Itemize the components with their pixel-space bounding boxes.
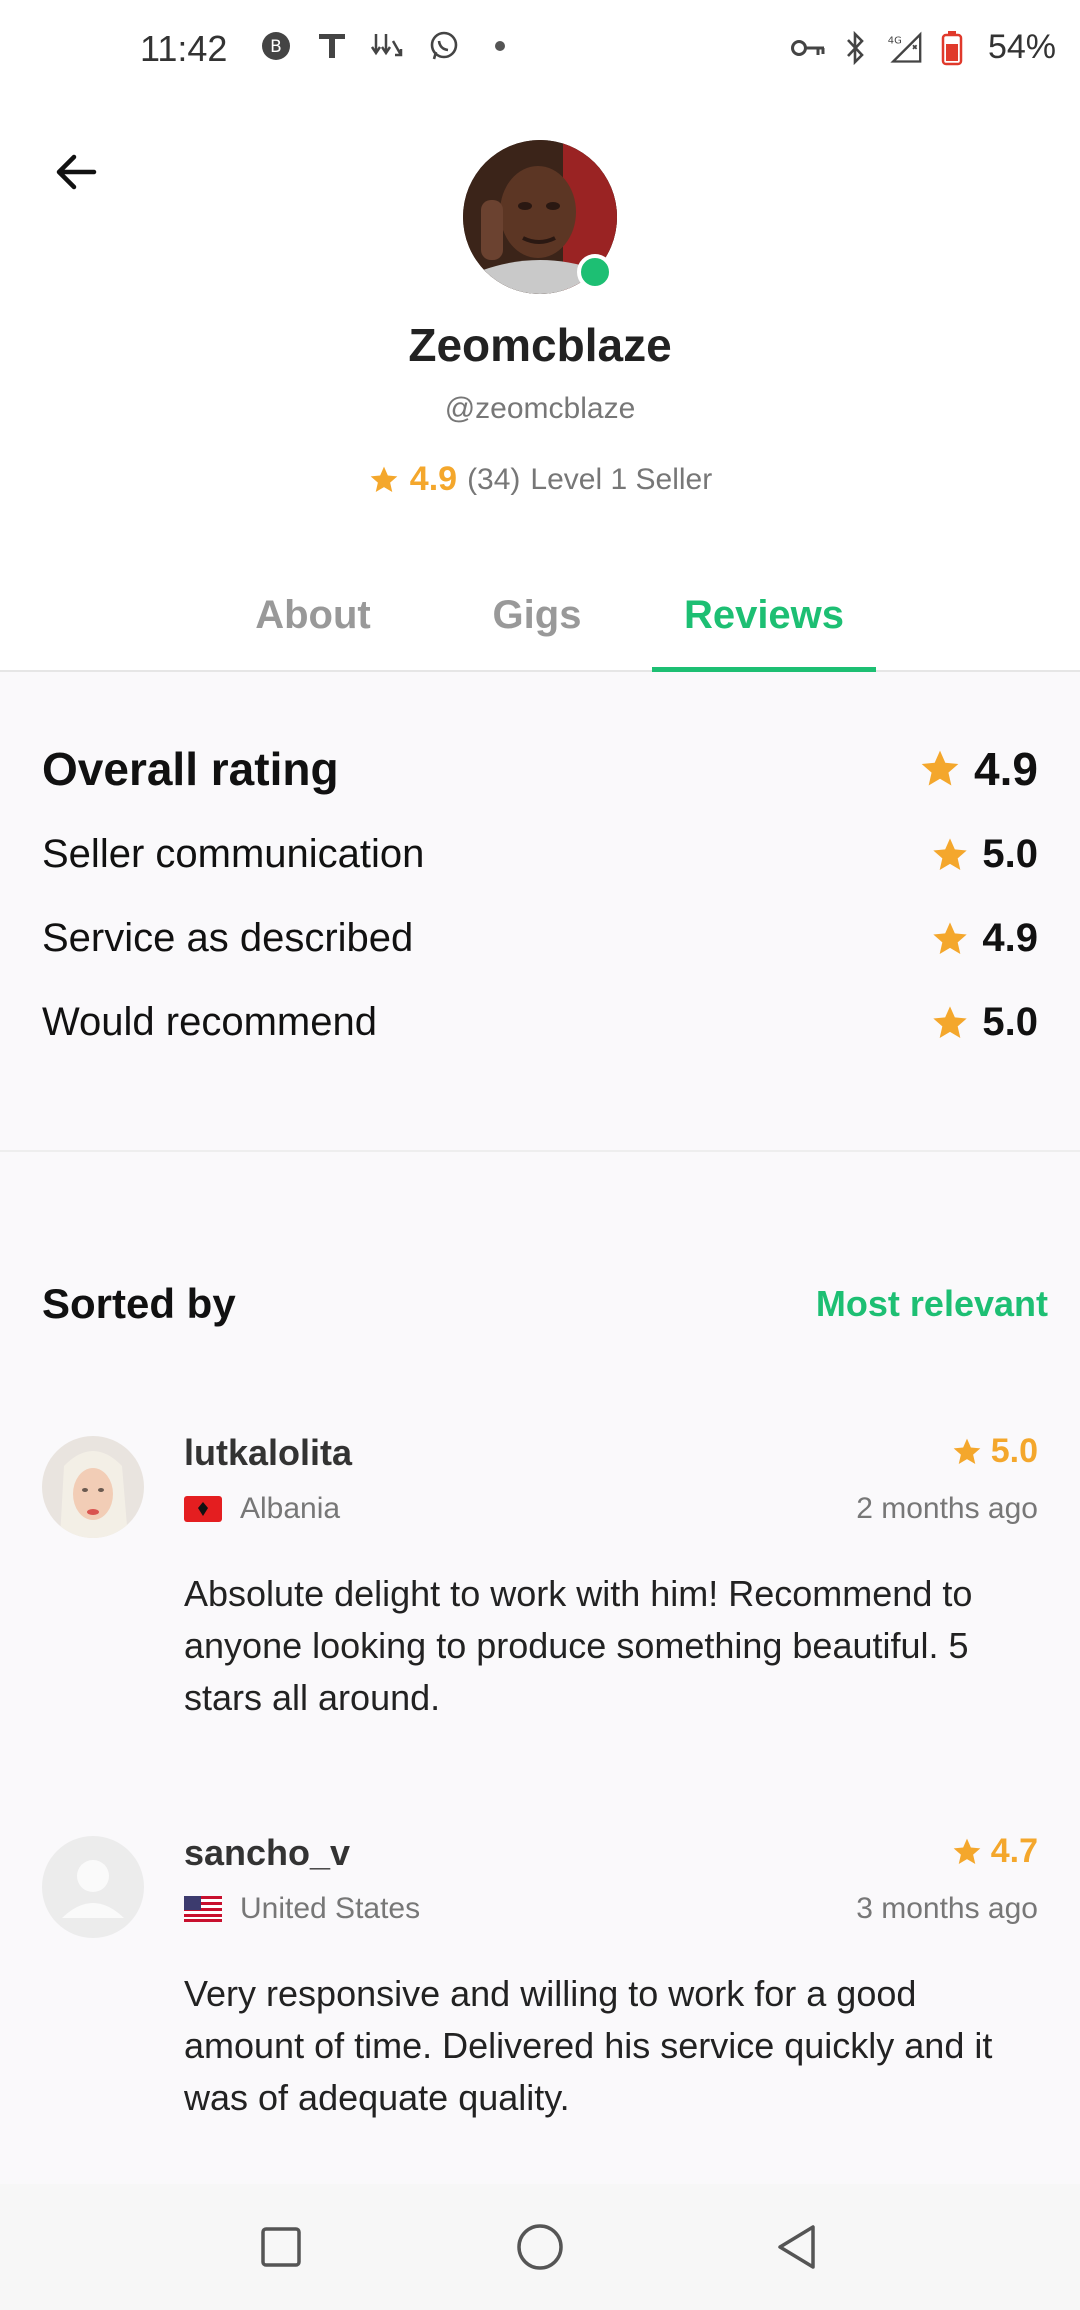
more-dot-icon — [482, 28, 518, 64]
system-nav-bar — [0, 2184, 1080, 2310]
tab-about[interactable]: About — [238, 560, 388, 670]
review-time: 3 months ago — [856, 1892, 1038, 1925]
metric-row-would-recommend: Would recommend 5.0 — [42, 1000, 1038, 1045]
metric-value: 4.9 — [930, 916, 1038, 961]
battery-percentage: 54% — [987, 28, 1056, 66]
download-arrows-icon — [370, 28, 406, 64]
metric-value: 5.0 — [930, 832, 1038, 877]
bluetooth-icon — [838, 30, 874, 66]
nav-recents-icon — [261, 2227, 301, 2267]
overall-rating-value: 4.9 — [918, 742, 1038, 796]
reviews-list: Sorted by Most relevant lutkalolita 5.0 … — [0, 1152, 1080, 2184]
nav-recents-button[interactable] — [248, 2214, 314, 2280]
reviewer-name[interactable]: lutkalolita — [184, 1432, 352, 1474]
star-icon — [953, 1438, 981, 1464]
back-button[interactable] — [44, 140, 108, 204]
t-letter-icon — [314, 28, 350, 64]
sort-row: Sorted by Most relevant — [42, 1280, 1048, 1328]
status-time: 11:42 — [140, 28, 228, 69]
online-status-dot — [577, 254, 613, 290]
whatsapp-icon — [426, 28, 462, 64]
svg-text:B: B — [270, 37, 282, 57]
reviewer-country: United States — [184, 1892, 420, 1926]
profile-avatar — [463, 140, 617, 294]
tab-gigs[interactable]: Gigs — [462, 560, 612, 670]
us-flag-icon — [184, 1896, 222, 1922]
sort-dropdown[interactable]: Most relevant — [816, 1283, 1048, 1325]
overall-rating-label: Overall rating — [42, 743, 339, 795]
profile-tabs: About Gigs Reviews — [0, 560, 1080, 672]
review-time: 2 months ago — [856, 1492, 1038, 1525]
star-icon — [933, 921, 968, 954]
battery-icon — [934, 30, 970, 66]
sort-label: Sorted by — [42, 1280, 236, 1327]
status-bar: 11:42 B 4G 54% — [0, 0, 1080, 100]
profile-rating-count: (34) — [467, 462, 521, 496]
b-circle-icon: B — [258, 28, 294, 64]
overall-rating-row: Overall rating 4.9 — [42, 742, 1038, 796]
reviewer-country: Albania — [184, 1492, 340, 1526]
metric-value: 5.0 — [930, 1000, 1038, 1045]
rating-breakdown: Overall rating 4.9 Seller communication … — [0, 672, 1080, 1152]
star-icon — [370, 466, 398, 492]
profile-rating: 4.9 (34) Level 1 Seller — [0, 460, 1080, 499]
profile-name: Zeomcblaze — [408, 319, 672, 371]
review-text: Absolute delight to work with him! Recom… — [184, 1573, 973, 1718]
back-arrow-icon — [56, 154, 97, 190]
metric-label: Would recommend — [42, 1000, 377, 1044]
vpn-key-icon — [790, 30, 826, 66]
nav-home-icon — [517, 2224, 563, 2270]
system-icons: 4G 54% — [790, 28, 1056, 67]
review-rating: 4.7 — [951, 1832, 1038, 1871]
tab-reviews[interactable]: Reviews — [652, 560, 876, 672]
metric-label: Service as described — [42, 916, 414, 960]
nav-back-button[interactable] — [764, 2214, 830, 2280]
star-icon — [953, 1838, 981, 1864]
notification-icons: B — [258, 28, 518, 64]
albania-flag-icon — [184, 1496, 222, 1522]
signal-4g-icon: 4G — [886, 30, 922, 66]
star-icon — [933, 837, 968, 870]
nav-back-icon — [778, 2225, 815, 2269]
review-item: lutkalolita 5.0 Albania 2 months ago Abs… — [0, 1432, 1080, 1756]
review-item: sancho_v 4.7 United States 3 months ago … — [0, 1832, 1080, 2156]
profile-rating-score: 4.9 — [409, 460, 458, 498]
metric-row-seller-communication: Seller communication 5.0 — [42, 832, 1038, 877]
metric-label: Seller communication — [42, 832, 425, 876]
metric-row-service-as-described: Service as described 4.9 — [42, 916, 1038, 961]
seller-level: Level 1 Seller — [530, 462, 713, 496]
profile-handle: @zeomcblaze — [444, 392, 636, 425]
review-rating: 5.0 — [951, 1432, 1038, 1471]
reviewer-avatar-placeholder[interactable] — [42, 1836, 144, 1938]
reviewer-name[interactable]: sancho_v — [184, 1832, 350, 1874]
star-icon — [933, 1005, 968, 1038]
review-text: Very responsive and willing to work for … — [184, 1973, 993, 2118]
reviewer-avatar[interactable] — [42, 1436, 144, 1538]
svg-text:4G: 4G — [888, 35, 902, 46]
nav-home-button[interactable] — [507, 2214, 573, 2280]
user-silhouette-icon — [62, 1860, 124, 1918]
star-icon — [921, 750, 959, 786]
